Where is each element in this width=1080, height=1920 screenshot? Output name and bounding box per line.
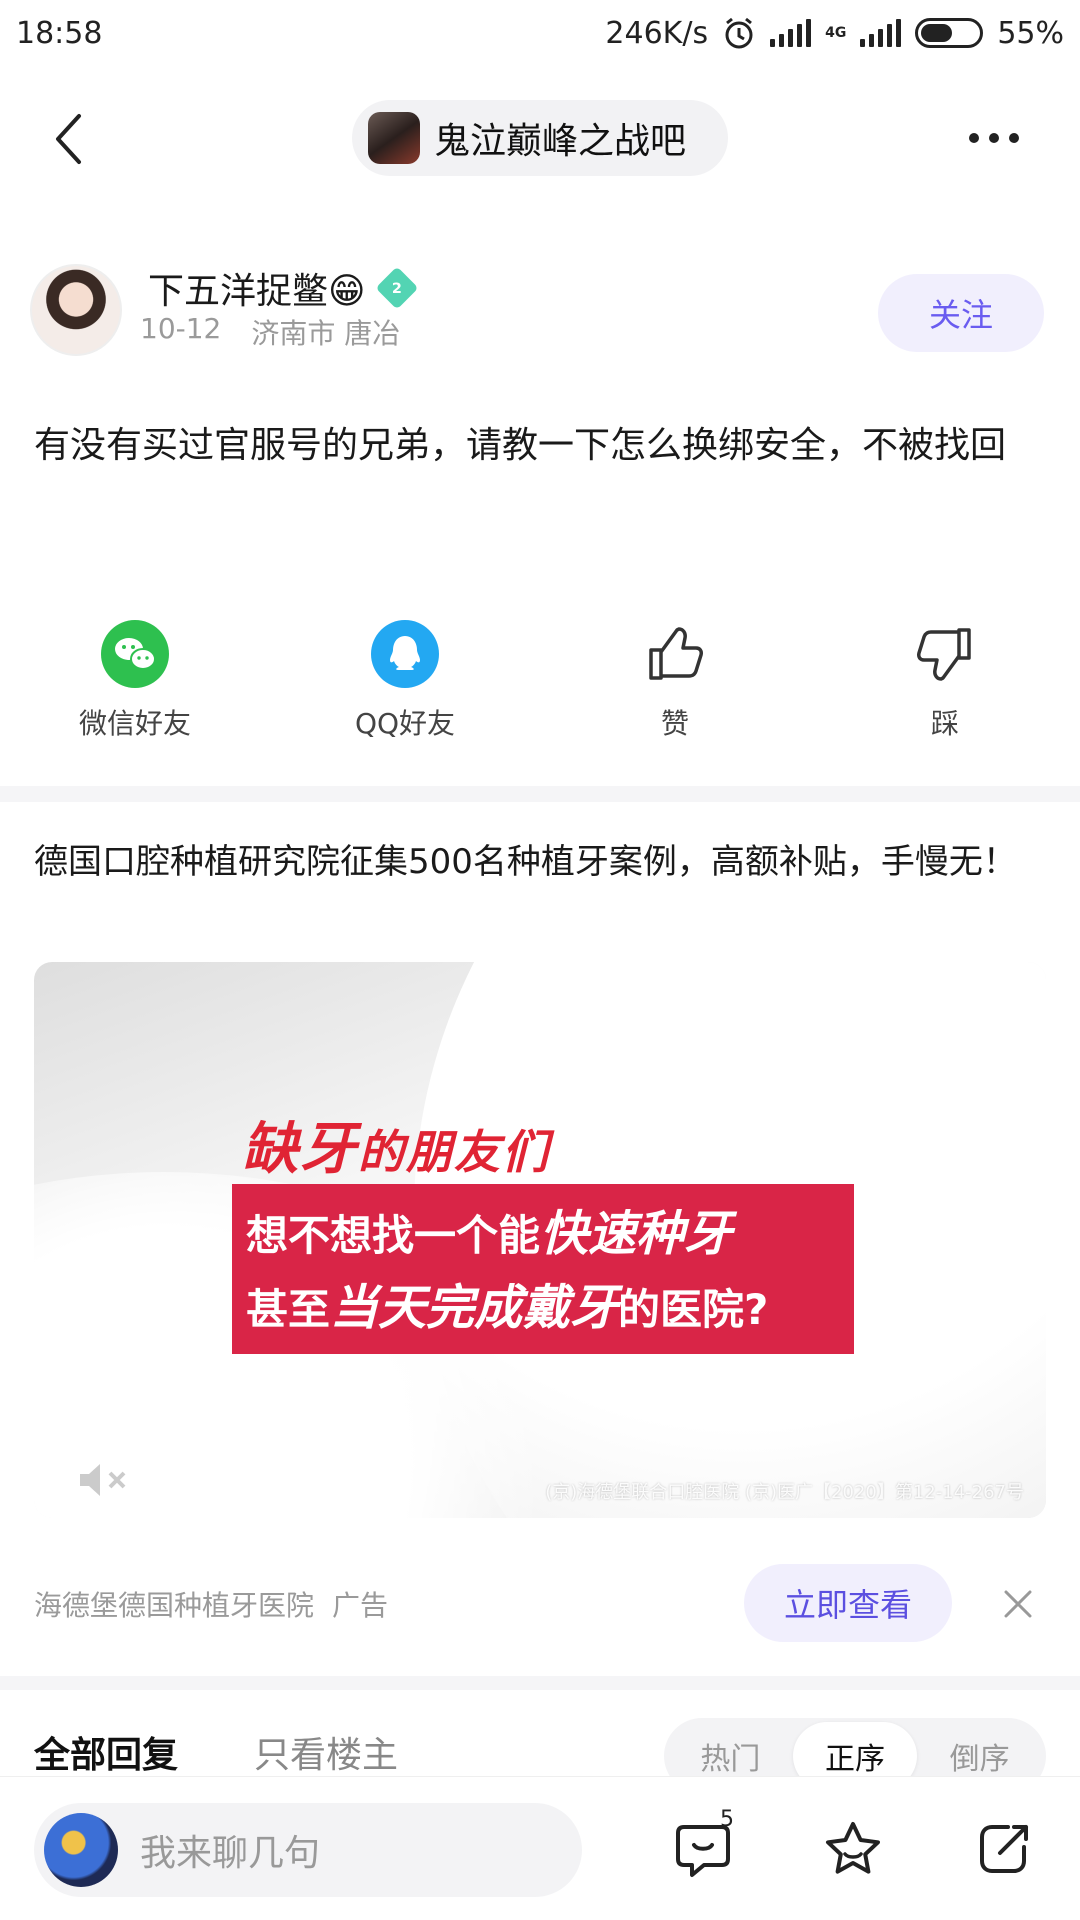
close-icon [1004, 1590, 1032, 1618]
share-icon [980, 1825, 1028, 1873]
alarm-icon [725, 17, 753, 49]
user-avatar [44, 1813, 118, 1887]
author-avatar[interactable] [30, 264, 122, 356]
network-speed: 246K/s [605, 15, 709, 51]
bottom-bar: 我来聊几句 5 [0, 1776, 1080, 1920]
section-divider [0, 786, 1080, 802]
ad-advertiser-row: 海德堡德国种植牙医院 广告 [34, 1584, 388, 1624]
status-bar: 18:58 246K/s 4G 55% [0, 0, 1080, 66]
ad-headline: 缺牙的朋友们 [242, 1104, 550, 1185]
star-icon [826, 1822, 880, 1874]
top-nav: 鬼泣巅峰之战吧 [0, 92, 1080, 182]
comment-count: 5 [720, 1807, 734, 1832]
author-name-row[interactable]: 下五洋捉鳖😁 2 [148, 262, 419, 314]
ad-box-emphasis: 当天完成戴牙 [330, 1280, 619, 1336]
more-dot [1009, 133, 1019, 143]
chevron-left-icon [56, 114, 81, 164]
signal-icon-2 [860, 19, 902, 47]
tab-op-only[interactable]: 只看楼主 [254, 1726, 398, 1778]
status-icons: 246K/s 4G 55% [605, 16, 1064, 51]
forum-avatar [368, 112, 420, 164]
ad-label: 广告 [332, 1589, 389, 1622]
share-wechat-label: 微信好友 [78, 707, 191, 740]
wechat-icon [101, 620, 169, 688]
ad-headline-small: 的朋友们 [358, 1125, 550, 1179]
post-location: 济南市 唐冶 [251, 317, 401, 350]
share-qq-button[interactable]: QQ好友 [270, 620, 540, 750]
ad-title[interactable]: 德国口腔种植研究院征集500名种植牙案例，高额补贴，手慢无！ [34, 832, 1044, 892]
reply-placeholder: 我来聊几句 [140, 1833, 321, 1874]
favorite-button[interactable] [820, 1817, 886, 1883]
ad-footer: 海德堡德国种植牙医院 广告 立即查看 [0, 1564, 1080, 1644]
ad-video[interactable]: 缺牙的朋友们 想不想找一个能快速种牙 甚至当天完成戴牙的医院? (京)海德堡联合… [34, 962, 1046, 1518]
ad-box-emphasis: 快速种牙 [540, 1206, 733, 1262]
dislike-label: 踩 [930, 707, 959, 740]
ad-license-text: (京)海德堡联合口腔医院 (京)医广【2020】第12-14-267号 [545, 1482, 1024, 1503]
ad-box-text: 想不想找一个能 [246, 1211, 541, 1260]
battery-icon [915, 18, 984, 48]
network-type: 4G [825, 25, 847, 41]
battery-percent: 55% [997, 15, 1064, 51]
ad-box-text: 的医院? [618, 1285, 769, 1334]
more-options-button[interactable] [954, 112, 1034, 164]
ad-close-button[interactable] [998, 1584, 1038, 1624]
author-meta: 10-12 济南市 唐冶 [140, 312, 400, 352]
ad-headline-big: 缺牙 [242, 1117, 358, 1182]
ad-cta-button[interactable]: 立即查看 [744, 1564, 952, 1642]
ad-box-line-2: 甚至当天完成戴牙的医院? [246, 1272, 840, 1346]
qq-icon [371, 620, 439, 688]
ad-text-box: 想不想找一个能快速种牙 甚至当天完成戴牙的医院? [232, 1184, 854, 1354]
reply-input[interactable]: 我来聊几句 [34, 1803, 582, 1897]
more-dot [969, 133, 979, 143]
share-wechat-button[interactable]: 微信好友 [0, 620, 270, 750]
forum-name: 鬼泣巅峰之战吧 [434, 121, 687, 162]
thumbs-up-icon [641, 620, 709, 688]
share-qq-label: QQ好友 [354, 707, 456, 740]
follow-button[interactable]: 关注 [878, 274, 1044, 352]
author-header: 下五洋捉鳖😁 2 10-12 济南市 唐冶 关注 [0, 262, 1080, 362]
level-number: 2 [391, 279, 402, 297]
back-button[interactable] [38, 104, 98, 174]
dislike-button[interactable]: 踩 [810, 620, 1080, 750]
post-text: 有没有买过官服号的兄弟，请教一下怎么换绑安全，不被找回 [34, 425, 1007, 466]
post-date: 10-12 [140, 312, 222, 345]
mute-icon[interactable] [76, 1460, 132, 1504]
share-button[interactable] [970, 1817, 1036, 1883]
battery-fill [921, 24, 953, 42]
level-badge: 2 [375, 266, 419, 310]
thumbs-down-icon [911, 620, 979, 688]
more-dot [989, 133, 999, 143]
like-label: 赞 [660, 707, 689, 740]
ad-advertiser: 海德堡德国种植牙医院 [34, 1589, 315, 1622]
author-name: 下五洋捉鳖😁 [148, 271, 366, 312]
ad-box-text: 甚至 [246, 1285, 331, 1334]
forum-pill[interactable]: 鬼泣巅峰之战吧 [352, 100, 728, 176]
status-time: 18:58 [16, 15, 103, 51]
signal-icon [770, 19, 812, 47]
ad-box-line-1: 想不想找一个能快速种牙 [246, 1198, 840, 1272]
share-row: 微信好友 QQ好友 赞 踩 [0, 620, 1080, 750]
tab-all-replies[interactable]: 全部回复 [34, 1726, 178, 1778]
section-divider [0, 1676, 1080, 1690]
like-button[interactable]: 赞 [540, 620, 810, 750]
